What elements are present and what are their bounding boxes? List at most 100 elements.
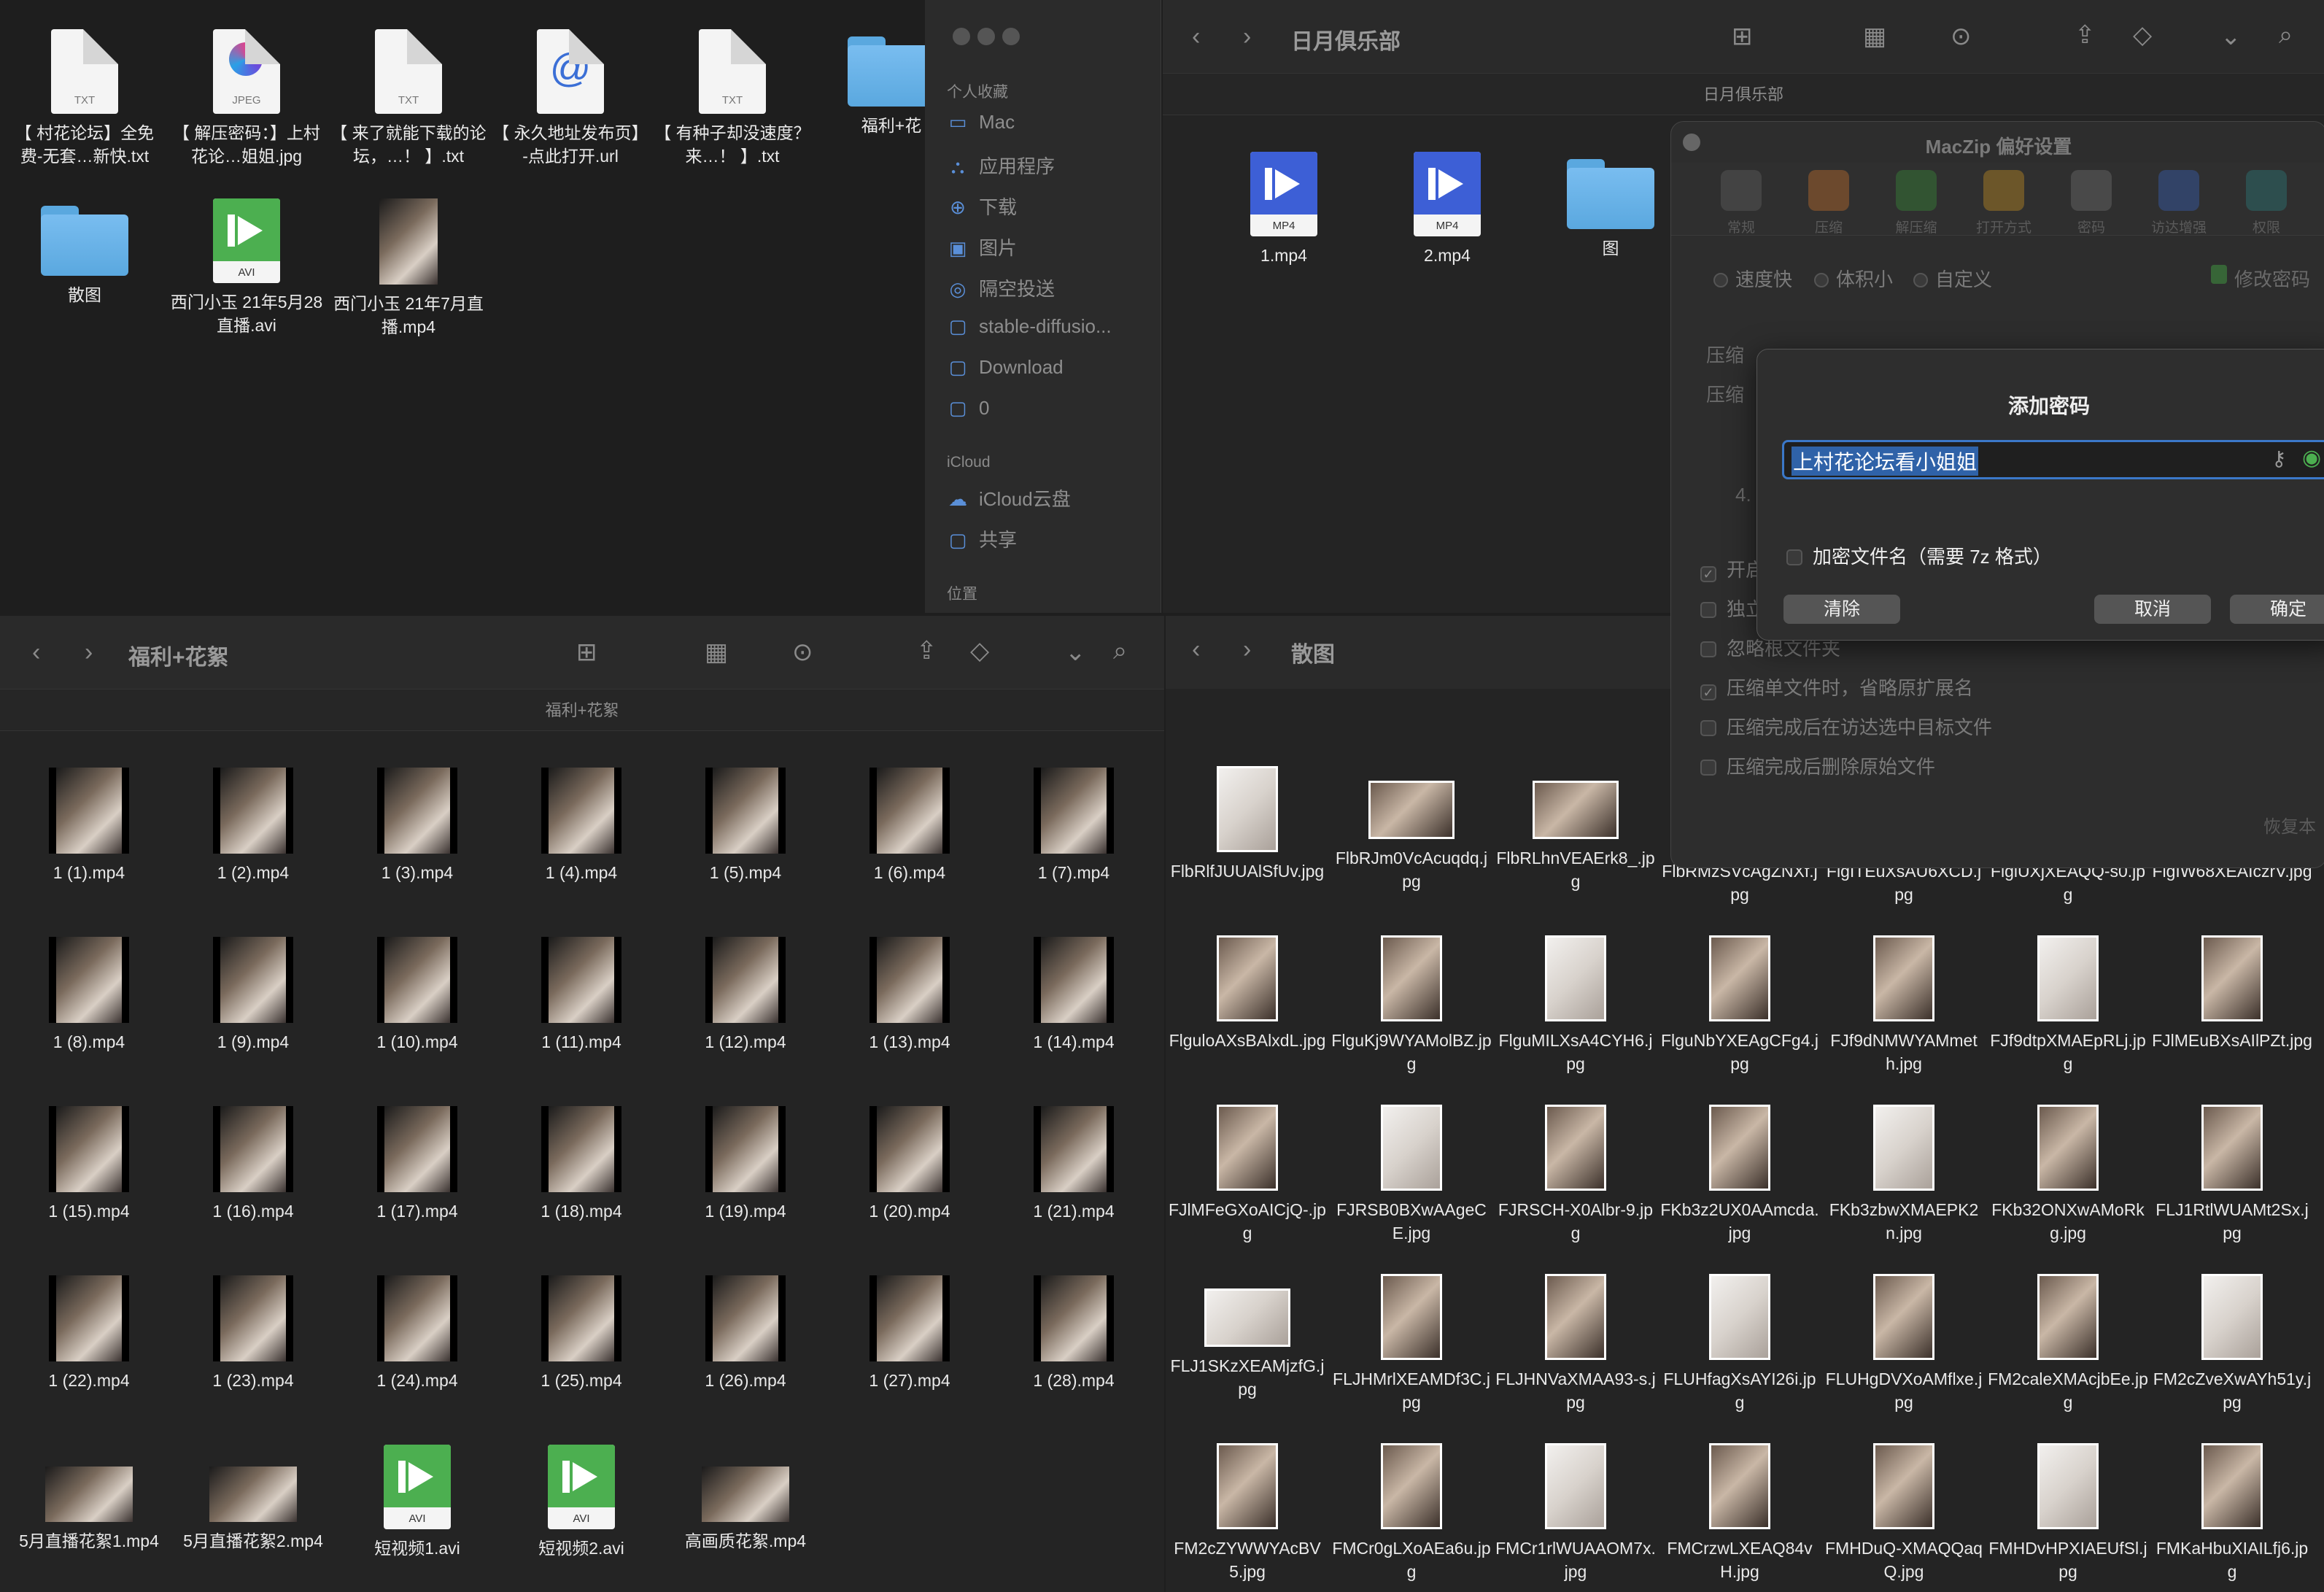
back-icon[interactable]: ‹ — [1192, 635, 1200, 664]
compression-mode-radio[interactable]: 体积小 — [1814, 265, 1893, 292]
action-icon[interactable]: ⊙ — [792, 638, 813, 667]
prefs-checkbox[interactable]: ✓ 压缩单文件时，省略原扩展名 — [1700, 673, 1973, 700]
radio-dot[interactable] — [1713, 273, 1728, 287]
file-item[interactable]: FM2cZYWWYAcBV5.jpg — [1167, 1443, 1328, 1583]
sidebar-item[interactable]: ▣ 图片 — [947, 233, 1017, 260]
file-item[interactable]: 1 (26).mp4 — [665, 1275, 826, 1392]
sidebar-item[interactable]: ▢ 0 — [947, 397, 990, 420]
file-item[interactable]: FlguloAXsBAlxdL.jpg — [1167, 935, 1328, 1052]
file-item[interactable]: 1 (28).mp4 — [993, 1275, 1154, 1392]
file-item[interactable]: 1 (17).mp4 — [337, 1106, 497, 1223]
desktop-file[interactable]: @ 【 永久地址发布页】-点此打开.url — [490, 29, 651, 168]
file-item[interactable]: 1 (1).mp4 — [9, 768, 169, 884]
checkbox-box[interactable] — [1700, 641, 1716, 657]
file-item[interactable]: FLUHgDVXoAMflxe.jpg — [1824, 1274, 1984, 1414]
file-item[interactable]: FlguNbYXEAgCFg4.jpg — [1659, 935, 1820, 1075]
encrypt-filenames-checkbox[interactable]: 加密文件名（需要 7z 格式） — [1786, 542, 2052, 569]
file-item[interactable]: FLJ1RtlWUAMt2Sx.jpg — [2152, 1105, 2312, 1245]
file-item[interactable]: FMHDvHPXIAEUfSl.jpg — [1988, 1443, 2148, 1583]
checkbox-box[interactable]: ✓ — [1700, 566, 1716, 582]
file-item[interactable]: 1 (13).mp4 — [829, 937, 990, 1054]
file-item[interactable]: FM2caleXMAcjbEe.jpg — [1988, 1274, 2148, 1414]
file-item[interactable]: FKb32ONXwAMoRkg.jpg — [1988, 1105, 2148, 1245]
chevron-down-icon[interactable]: ⌄ — [1065, 638, 1086, 667]
file-item[interactable]: AVI 短视频1.avi — [337, 1445, 497, 1560]
file-item[interactable]: 5月直播花絮1.mp4 — [9, 1445, 169, 1553]
file-item[interactable]: 1 (9).mp4 — [173, 937, 333, 1054]
file-item[interactable]: 1 (19).mp4 — [665, 1106, 826, 1223]
forward-icon[interactable]: › — [1243, 635, 1251, 664]
prefs-tab[interactable]: 解压缩 — [1881, 170, 1951, 236]
cancel-button[interactable]: 取消 — [2094, 595, 2211, 624]
file-item[interactable]: FlguMILXsA4CYH6.jpg — [1495, 935, 1656, 1075]
search-icon[interactable]: ⌕ — [2279, 20, 2293, 50]
file-item[interactable]: 1 (11).mp4 — [501, 937, 662, 1054]
prefs-tab[interactable]: 访达增强 — [2144, 170, 2214, 236]
prefs-checkbox[interactable]: ✓ 开启 — [1700, 555, 1765, 582]
file-item[interactable]: FLJ1SKzXEAMjzfG.jpg — [1167, 1274, 1328, 1401]
group-icon[interactable]: ▦ — [705, 638, 728, 667]
file-item[interactable]: FlbRLhnVEAErk8_.jpg — [1495, 766, 1656, 893]
sidebar-item[interactable]: ▭ Mac — [947, 111, 1015, 134]
change-password-link[interactable]: 修改密码 — [2234, 265, 2310, 292]
ok-button[interactable]: 确定 — [2230, 595, 2324, 624]
file-item[interactable]: 1 (25).mp4 — [501, 1275, 662, 1392]
back-icon[interactable]: ‹ — [1192, 22, 1200, 51]
file-item[interactable]: FlbRlfJUUAlSfUv.jpg — [1167, 766, 1328, 883]
file-item[interactable]: FKb3z2UX0AAmcda.jpg — [1659, 1105, 1820, 1245]
sidebar-item[interactable]: ◎ 隔空投送 — [947, 274, 1055, 301]
file-item[interactable]: 1 (22).mp4 — [9, 1275, 169, 1392]
prefs-tab[interactable]: 常规 — [1706, 170, 1776, 236]
file-item[interactable]: 1 (12).mp4 — [665, 937, 826, 1054]
desktop-file[interactable]: 西门小玉 21年7月直播.mp4 — [328, 198, 489, 339]
checkbox-box[interactable] — [1700, 720, 1716, 736]
prefs-tab[interactable]: 密码 — [2056, 170, 2126, 236]
file-item[interactable]: 1 (21).mp4 — [993, 1106, 1154, 1223]
sidebar-item[interactable]: ▢ Download — [947, 356, 1064, 379]
minimize-window-button[interactable] — [977, 28, 995, 45]
sidebar-item[interactable]: ▢ 共享 — [947, 525, 1017, 552]
file-item[interactable]: 1 (2).mp4 — [173, 768, 333, 884]
file-item[interactable]: FLJHNVaXMAA93-s.jpg — [1495, 1274, 1656, 1414]
restore-defaults-button[interactable]: 恢复本 — [2263, 812, 2316, 838]
view-grid-icon[interactable]: ⊞ — [576, 638, 597, 667]
file-item[interactable]: 1 (3).mp4 — [337, 768, 497, 884]
file-item[interactable]: 1 (8).mp4 — [9, 937, 169, 1054]
file-item[interactable]: FLUHfagXsAYI26i.jpg — [1659, 1274, 1820, 1414]
file-item[interactable]: 1 (20).mp4 — [829, 1106, 990, 1223]
desktop-file[interactable]: TXT 【 来了就能下载的论坛，…！ 】.txt — [328, 29, 489, 168]
eye-icon[interactable]: ◉ — [2302, 445, 2321, 471]
file-item[interactable]: 1 (27).mp4 — [829, 1275, 990, 1392]
radio-dot[interactable] — [1913, 273, 1928, 287]
close-window-button[interactable] — [953, 28, 970, 45]
file-item[interactable]: 1 (16).mp4 — [173, 1106, 333, 1223]
file-item[interactable]: FMCr1rlWUAAOM7x.jpg — [1495, 1443, 1656, 1583]
prefs-checkbox[interactable]: 独立 — [1700, 595, 1765, 622]
file-item[interactable]: 1 (23).mp4 — [173, 1275, 333, 1392]
file-item[interactable]: 1 (24).mp4 — [337, 1275, 497, 1392]
desktop-file[interactable]: JPEG 【 解压密码：】上村花论…姐姐.jpg — [166, 29, 327, 168]
file-item[interactable]: FMCr0gLXoAEa6u.jpg — [1331, 1443, 1492, 1583]
file-item[interactable]: FKb3zbwXMAEPK2n.jpg — [1824, 1105, 1984, 1245]
desktop-file[interactable]: TXT 【 有种子却没速度？来…！ 】.txt — [652, 29, 813, 168]
forward-icon[interactable]: › — [85, 638, 93, 667]
group-icon[interactable]: ▦ — [1863, 22, 1886, 51]
file-item[interactable]: FJf9dtpXMAEpRLj.jpg — [1988, 935, 2148, 1075]
share-icon[interactable]: ⇪ — [2075, 20, 2096, 50]
prefs-tab[interactable]: 压缩 — [1794, 170, 1864, 236]
sidebar-item[interactable]: ▢ stable-diffusio... — [947, 315, 1112, 338]
file-item[interactable]: 1 (6).mp4 — [829, 768, 990, 884]
tag-icon[interactable]: ◇ — [970, 636, 989, 665]
action-icon[interactable]: ⊙ — [1951, 22, 1972, 51]
checkbox-box[interactable] — [1700, 760, 1716, 776]
file-item[interactable]: FM2cZveXwAYh51y.jpg — [2152, 1274, 2312, 1414]
share-icon[interactable]: ⇪ — [916, 636, 937, 665]
checkbox-box[interactable] — [1786, 549, 1802, 565]
file-item[interactable]: 1 (10).mp4 — [337, 937, 497, 1054]
file-item[interactable]: 1 (4).mp4 — [501, 768, 662, 884]
file-item[interactable]: FMCrzwLXEAQ84vH.jpg — [1659, 1443, 1820, 1583]
file-item[interactable]: 1 (18).mp4 — [501, 1106, 662, 1223]
clear-button[interactable]: 清除 — [1783, 595, 1900, 624]
file-item[interactable]: FlguKj9WYAMolBZ.jpg — [1331, 935, 1492, 1075]
file-item[interactable]: FMKaHbuXIAILfj6.jpg — [2152, 1443, 2312, 1583]
